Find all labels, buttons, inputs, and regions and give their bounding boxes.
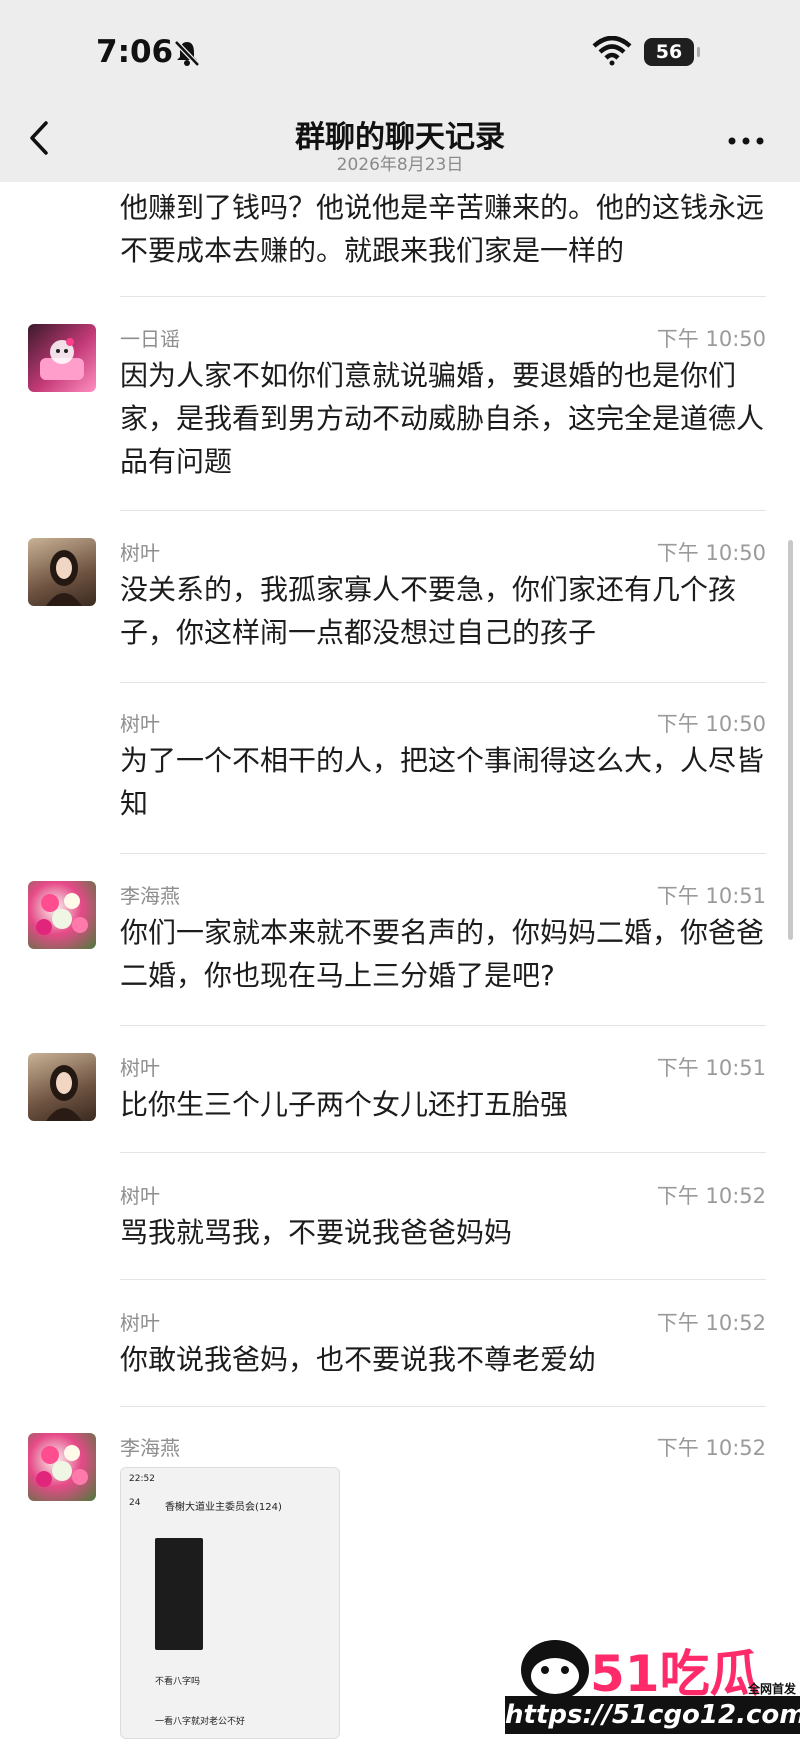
avatar-shuye[interactable] bbox=[28, 1053, 96, 1121]
sender-name: 树叶 bbox=[120, 1056, 160, 1080]
message-time: 下午 10:50 bbox=[656, 712, 766, 736]
sender-name: 树叶 bbox=[120, 541, 160, 565]
image-group-title: 香榭大道业主委员会(124) bbox=[165, 1502, 282, 1513]
bell-muted-icon bbox=[174, 40, 200, 67]
message-divider bbox=[120, 682, 766, 683]
message-divider bbox=[120, 1025, 766, 1026]
message-time: 下午 10:52 bbox=[656, 1311, 766, 1335]
battery-indicator: 56 bbox=[644, 38, 700, 66]
message-text: 骂我就骂我，不要说我爸爸妈妈 bbox=[120, 1216, 513, 1249]
avatar-image bbox=[36, 1445, 88, 1487]
watermark-url: https://51cgo12.com bbox=[505, 1696, 800, 1734]
message-time: 下午 10:50 bbox=[656, 327, 766, 351]
avatar-image bbox=[46, 550, 82, 606]
sender-name: 李海燕 bbox=[120, 1436, 180, 1460]
avatar-lihaiyan[interactable] bbox=[28, 1433, 96, 1501]
avatar-image bbox=[40, 338, 84, 380]
avatar-lihaiyan[interactable] bbox=[28, 881, 96, 949]
avatar-yiriyao[interactable] bbox=[28, 324, 96, 392]
image-dark-block bbox=[155, 1538, 203, 1650]
message-time: 下午 10:51 bbox=[656, 1056, 766, 1080]
message-text: 没关系的，我孤家寡人不要急，你们家还有几个孩子，你这样闹一点都没想过自己的孩子 bbox=[120, 573, 737, 649]
avatar-image bbox=[46, 1065, 82, 1121]
message-divider bbox=[120, 296, 766, 297]
message-divider bbox=[120, 1406, 766, 1407]
sender-name: 树叶 bbox=[120, 712, 160, 736]
message-text: 你敢说我爸妈，也不要说我不尊老爱幼 bbox=[120, 1343, 597, 1376]
image-status-time: 22:52 bbox=[129, 1474, 155, 1484]
message-text: 你们一家就本来就不要名声的，你妈妈二婚，你爸爸二婚，你也现在马上三分婚了是吧? bbox=[120, 916, 765, 992]
sender-name: 李海燕 bbox=[120, 884, 180, 908]
message-divider bbox=[120, 1152, 766, 1153]
image-message-1: 不看八字吗 bbox=[155, 1677, 201, 1687]
avatar-image bbox=[36, 893, 88, 935]
scrollbar[interactable] bbox=[788, 540, 793, 940]
message-text: 比你生三个儿子两个女儿还打五胎强 bbox=[120, 1088, 569, 1121]
status-time: 7:06 bbox=[96, 34, 174, 70]
shared-screenshot-image[interactable]: 22:52 24 香榭大道业主委员会(124) 不看八字吗 一看八字就对老公不好 bbox=[120, 1467, 340, 1739]
watermark-tag: 全网首发 bbox=[748, 1682, 797, 1696]
page-date: 2026年8月23日 bbox=[336, 155, 464, 175]
sender-name: 一日谣 bbox=[120, 327, 180, 351]
title-bar: 7:06 56 群聊的聊天记录 2026年8月23日 bbox=[0, 0, 800, 182]
image-message-2: 一看八字就对老公不好 bbox=[155, 1717, 246, 1727]
message-text: 因为人家不如你们意就说骗婚，要退婚的也是你们家，是我看到男方动不动威胁自杀，这完… bbox=[120, 359, 765, 478]
message-time: 下午 10:51 bbox=[656, 884, 766, 908]
message-divider bbox=[120, 1279, 766, 1280]
sender-name: 树叶 bbox=[120, 1184, 160, 1208]
message-time: 下午 10:50 bbox=[656, 541, 766, 565]
message-text: 为了一个不相干的人，把这个事闹得这么大，人尽皆知 bbox=[120, 744, 765, 820]
more-icon[interactable] bbox=[726, 136, 766, 146]
message-text: 他赚到了钱吗？他说他是辛苦赚来的。他的这钱永远不要成本去赚的。就跟来我们家是一样… bbox=[120, 191, 765, 267]
message-divider bbox=[120, 853, 766, 854]
message-time: 下午 10:52 bbox=[656, 1436, 766, 1460]
image-back-count: 24 bbox=[129, 1498, 141, 1508]
sender-name: 树叶 bbox=[120, 1311, 160, 1335]
message-divider bbox=[120, 510, 766, 511]
wifi-icon bbox=[592, 36, 632, 66]
avatar-shuye[interactable] bbox=[28, 538, 96, 606]
message-time: 下午 10:52 bbox=[656, 1184, 766, 1208]
